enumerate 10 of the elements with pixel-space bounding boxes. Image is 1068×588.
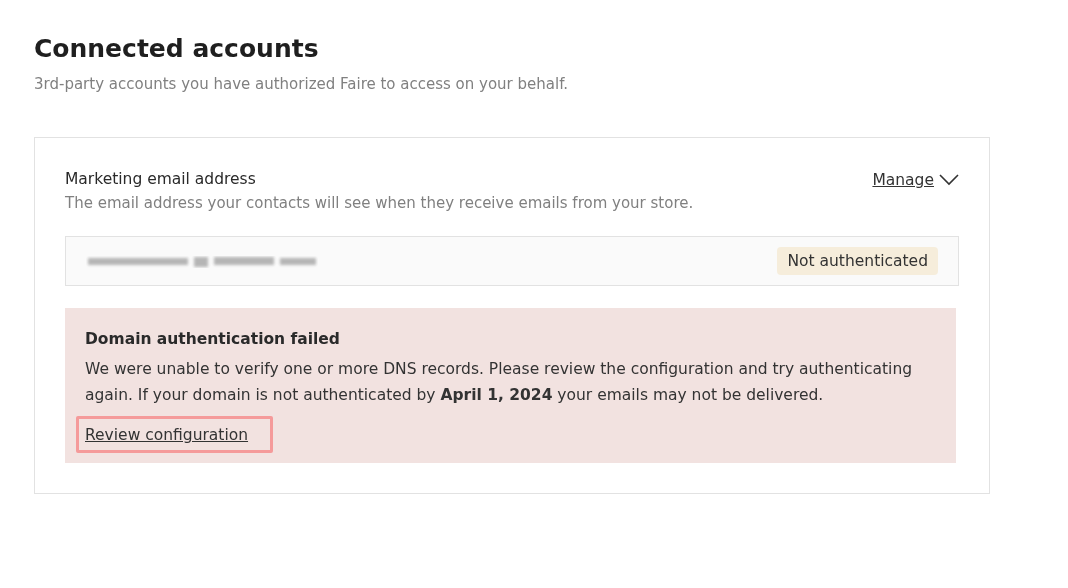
review-configuration-link[interactable]: Review configuration [85, 426, 249, 444]
alert-title: Domain authentication failed [85, 330, 341, 348]
chevron-down-icon [939, 174, 959, 186]
account-title: Marketing email address [65, 170, 257, 188]
status-badge: Not authenticated [777, 247, 938, 275]
page-title: Connected accounts [34, 34, 320, 63]
page-subtitle: 3rd-party accounts you have authorized Faire to access on your behalf. [34, 75, 570, 93]
account-description: The email address your contacts will see when they receive emails from your store. [65, 194, 694, 212]
manage-link[interactable]: Manage [872, 171, 959, 189]
alert-message: We were unable to verify one or more DNS records. Please review the configuration and try authenticating again. If your domain is not authenticated by April 1, 2024 your emails may not be delivered. [85, 359, 914, 406]
